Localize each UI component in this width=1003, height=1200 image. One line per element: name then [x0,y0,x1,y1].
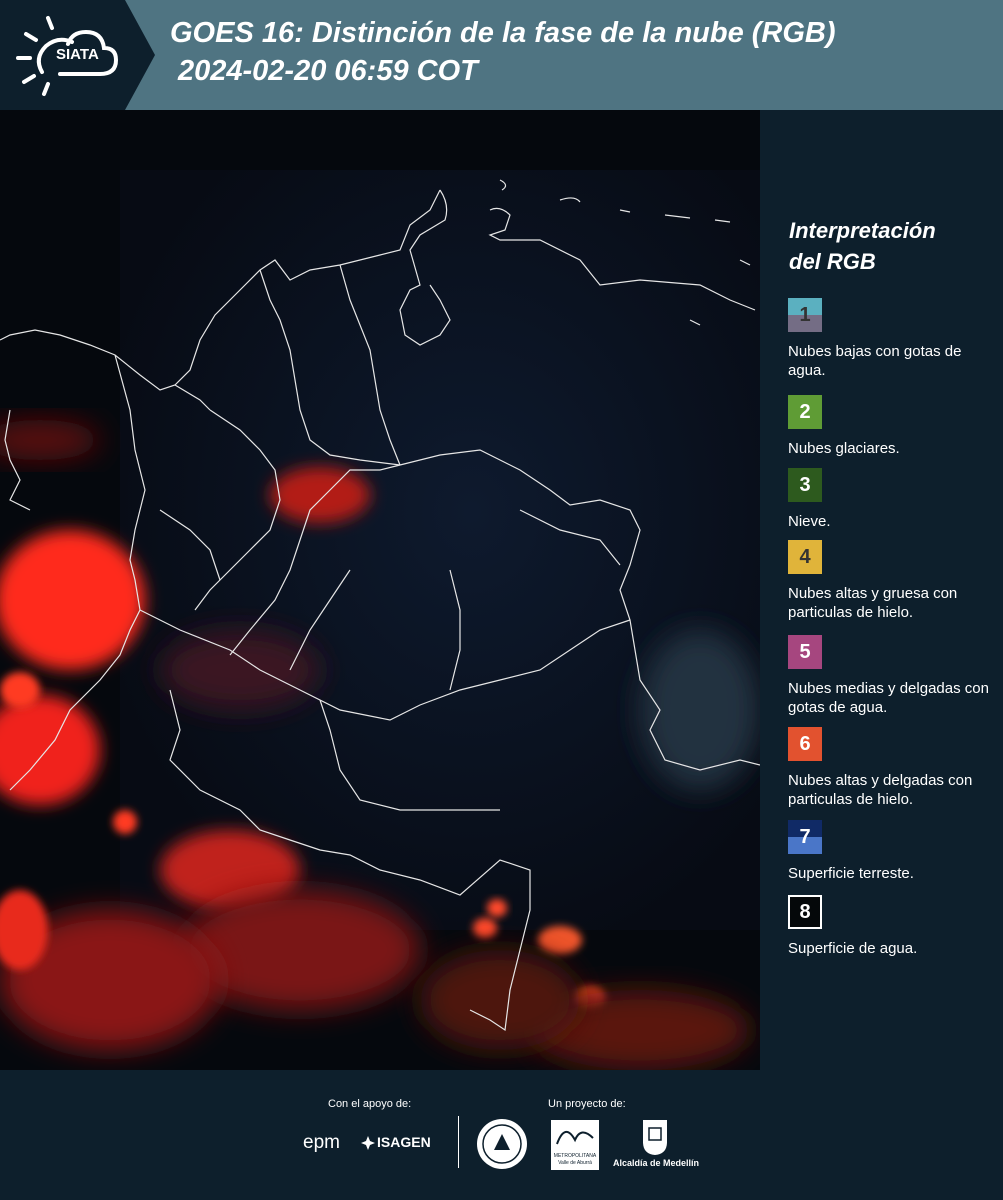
legend-number-2: 2 [799,401,811,423]
legend-swatch-5: 5 [788,635,822,669]
siata-logo: SIATA [0,0,155,110]
legend-number-4: 4 [799,546,811,568]
legend-label-6: Nubes altas y delgadas con particulas de… [788,772,973,808]
legend-number-8: 8 [799,901,811,923]
legend-item-8: 8 Superficie de agua. [788,895,998,958]
header-bar: SIATA GOES 16: Distinción de la fase de … [0,0,1003,110]
legend-item-6: 6 Nubes altas y delgadas con particulas … [788,727,998,809]
legend-number-7: 7 [799,826,811,848]
isagen-logo: ISAGEN [377,1134,431,1150]
seal-emblem-icon [477,1119,527,1169]
legend-title: Interpretación del RGB [789,215,936,277]
support-label: Con el apoyo de: [328,1098,412,1110]
legend-swatch-2: 2 [788,395,822,429]
legend-number-1: 1 [799,304,811,326]
legend-label-1: Nubes bajas con gotas de agua. [788,343,962,379]
isagen-star-icon [361,1136,375,1150]
legend-number-3: 3 [799,474,811,496]
legend-number-6: 6 [799,733,811,755]
alcaldia-medellin-label: Alcaldía de Medellín [613,1158,700,1168]
project-label: Un proyecto de: [548,1098,626,1110]
footer-divider [458,1116,459,1168]
legend-title-line-2: del RGB [789,249,876,274]
legend-panel: Interpretación del RGB 1 Nubes bajas con… [760,110,1003,1070]
legend-swatch-8: 8 [788,895,822,929]
legend-label-5: Nubes medias y delgadas con gotas de agu… [788,680,989,716]
title-line-1: GOES 16: Distinción de la fase de la nub… [170,17,836,49]
area-metropolitana-logo: METROPOLITANA Valle de Aburrá [551,1120,599,1170]
footer-bar: Con el apoyo de: Un proyecto de: epm ISA… [0,1070,1003,1200]
legend-item-5: 5 Nubes medias y delgadas con gotas de a… [788,635,998,717]
legend-label-2: Nubes glaciares. [788,440,900,457]
legend-swatch-1: 1 [788,298,822,332]
satellite-map [0,110,760,1070]
legend-label-8: Superficie de agua. [788,940,918,957]
legend-item-4: 4 Nubes altas y gruesa con particulas de… [788,540,998,622]
medellin-shield-icon [643,1120,667,1155]
area-script-icon [556,1131,594,1145]
area-metropolitana-region: Valle de Aburrá [558,1160,592,1166]
legend-item-2: 2 Nubes glaciares. [788,395,998,458]
legend-swatch-6: 6 [788,727,822,761]
legend-title-line-1: Interpretación [789,218,936,243]
legend-label-3: Nieve. [788,513,831,530]
legend-swatch-3: 3 [788,468,822,502]
satellite-image [0,110,760,1070]
legend-label-7: Superficie terreste. [788,865,914,882]
legend-swatch-4: 4 [788,540,822,574]
legend-item-3: 3 Nieve. [788,468,998,531]
legend-item-7: 7 Superficie terreste. [788,820,998,883]
legend-number-5: 5 [799,641,811,663]
legend-item-1: 1 Nubes bajas con gotas de agua. [788,298,998,380]
epm-logo: epm [303,1132,340,1153]
page-title: GOES 16: Distinción de la fase de la nub… [170,14,836,90]
siata-logo-text: SIATA [56,46,99,63]
title-line-2: 2024-02-20 06:59 COT [178,55,478,87]
area-metropolitana-name: METROPOLITANA [553,1153,597,1159]
legend-label-4: Nubes altas y gruesa con particulas de h… [788,585,958,621]
legend-swatch-7: 7 [788,820,822,854]
